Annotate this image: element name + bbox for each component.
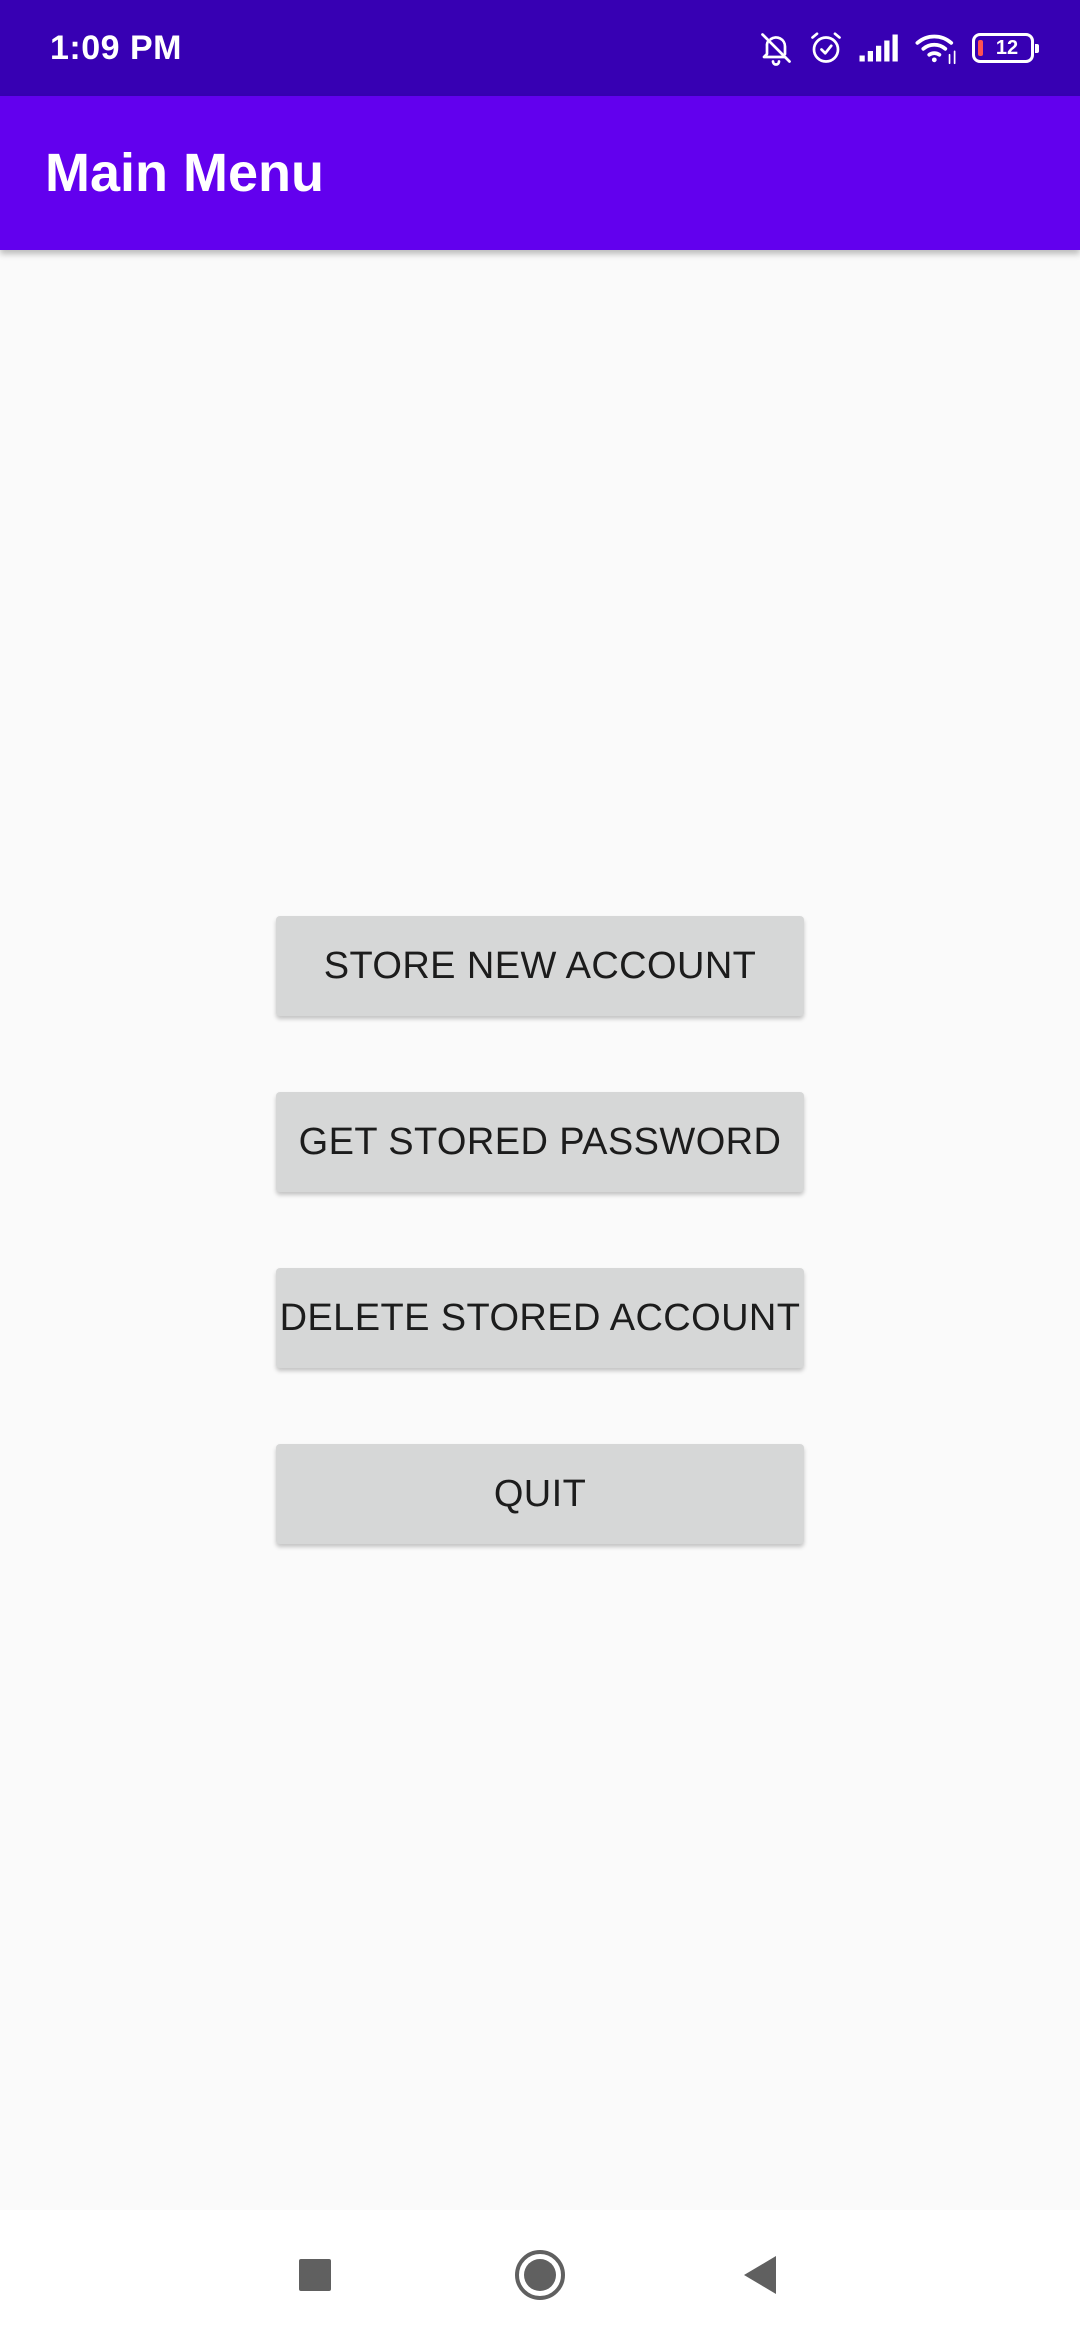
get-stored-password-button[interactable]: GET STORED PASSWORD (276, 1092, 804, 1192)
page-title: Main Menu (45, 143, 324, 203)
back-icon (744, 2256, 776, 2294)
main-menu: STORE NEW ACCOUNT GET STORED PASSWORD DE… (276, 916, 804, 1544)
battery-level: 12 (995, 36, 1019, 59)
back-button[interactable] (700, 2210, 820, 2340)
recents-button[interactable] (255, 2210, 375, 2340)
navigation-bar (0, 2210, 1080, 2340)
main-content: STORE NEW ACCOUNT GET STORED PASSWORD DE… (0, 250, 1080, 2210)
battery-icon: 12 (972, 33, 1039, 63)
bell-off-icon (758, 30, 794, 66)
status-icons: 12 (758, 30, 1039, 66)
delete-stored-account-button[interactable]: DELETE STORED ACCOUNT (276, 1268, 804, 1368)
home-button[interactable] (480, 2210, 600, 2340)
status-time: 1:09 PM (50, 28, 182, 67)
signal-icon (858, 33, 900, 63)
wifi-icon (914, 31, 958, 65)
home-icon (515, 2250, 565, 2300)
app-bar: Main Menu (0, 96, 1080, 250)
alarm-icon (808, 30, 844, 66)
quit-button[interactable]: QUIT (276, 1444, 804, 1544)
status-bar: 1:09 PM 12 (0, 0, 1080, 96)
battery-fill (978, 40, 983, 56)
recents-icon (299, 2259, 331, 2291)
store-new-account-button[interactable]: STORE NEW ACCOUNT (276, 916, 804, 1016)
